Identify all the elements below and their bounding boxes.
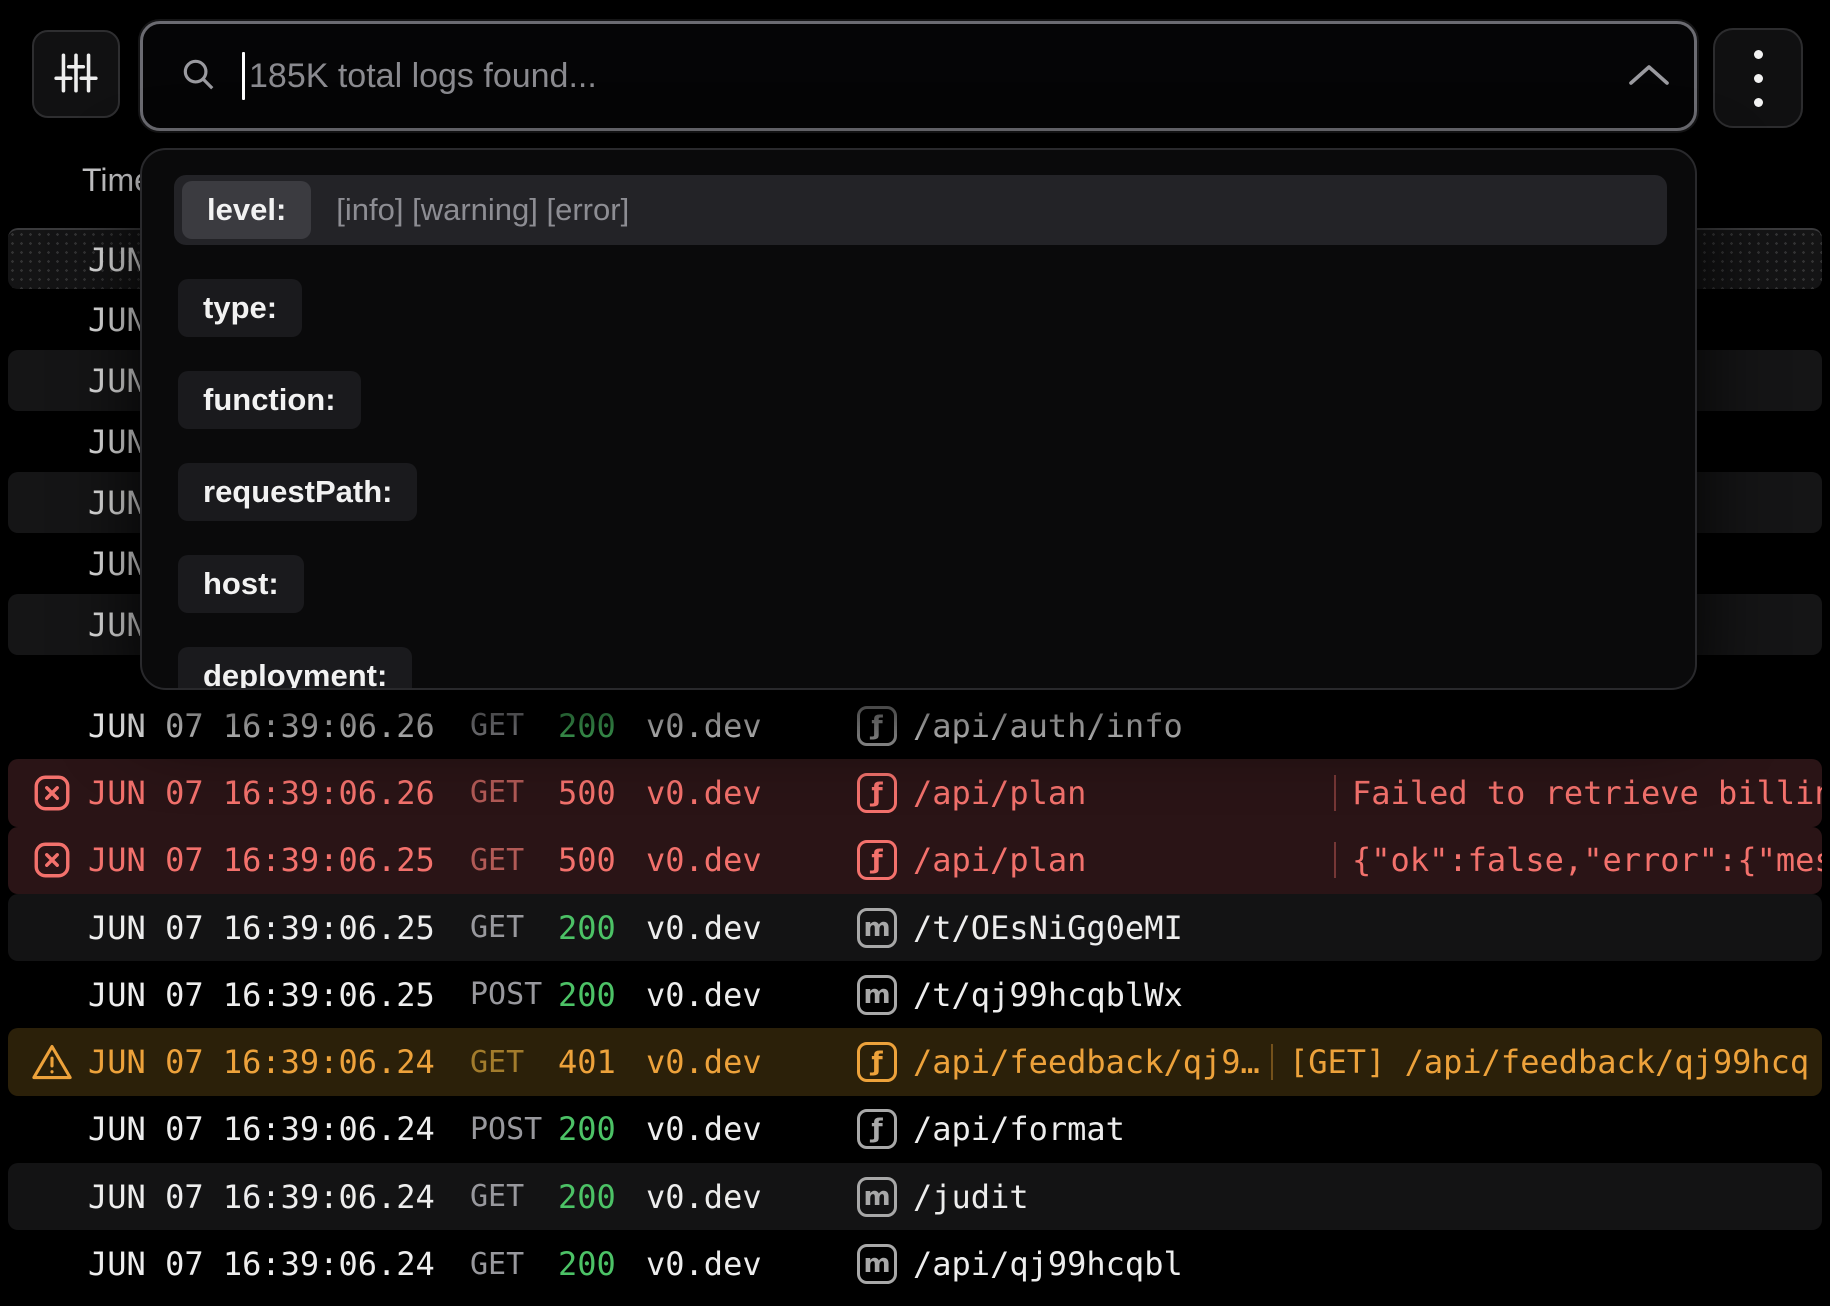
suggestion-key[interactable]: host:	[178, 555, 304, 613]
function-icon: ƒ	[857, 1109, 897, 1149]
request-path: /api/format	[913, 1110, 1125, 1148]
suggestion-item[interactable]: deployment:	[178, 647, 1695, 690]
timestamp: JUN 07 16:39:06.26	[88, 774, 462, 812]
http-method: GET	[470, 1045, 550, 1080]
http-method: POST	[470, 977, 550, 1012]
timestamp: JUN 07 16:39:06.25	[88, 909, 462, 947]
function-icon: ƒ	[857, 1042, 897, 1082]
timestamp: JUN 07 16:39:06.25	[88, 976, 462, 1014]
host: v0.dev	[646, 909, 849, 947]
log-message: Failed to retrieve billing i	[1352, 774, 1822, 812]
host: v0.dev	[646, 1110, 849, 1148]
log-message: {"ok":false,"error":{"messa	[1352, 841, 1822, 879]
suggestion-key[interactable]: function:	[178, 371, 361, 429]
function-icon: ƒ	[857, 706, 897, 746]
timestamp: JUN 07 16:39:06.24	[88, 1110, 462, 1148]
request-path: /api/auth/info	[913, 707, 1183, 745]
logs-screen: Time JUN JUN JUN JUN JUN JUN JUN	[0, 0, 1830, 1306]
text-caret	[242, 52, 245, 100]
log-message: [GET] /api/feedback/qj99hcq	[1289, 1043, 1809, 1081]
error-icon	[30, 771, 74, 815]
middleware-icon: m	[857, 975, 897, 1015]
request-path: /t/qj99hcqblWx	[913, 976, 1183, 1014]
suggestion-item[interactable]: host:	[178, 555, 1695, 613]
filter-suggestions-panel: level: [info] [warning] [error] type: fu…	[140, 148, 1697, 690]
suggestion-item[interactable]: function:	[178, 371, 1695, 429]
http-method: GET	[470, 1179, 550, 1214]
status-code: 200	[558, 707, 638, 745]
kebab-menu-icon	[1754, 50, 1763, 59]
status-code: 200	[558, 1110, 638, 1148]
status-code: 401	[558, 1043, 638, 1081]
message-divider	[1334, 775, 1336, 811]
http-method: GET	[470, 843, 550, 878]
collapse-suggestions-button[interactable]	[1604, 24, 1694, 128]
function-icon: ƒ	[857, 840, 897, 880]
request-path: /api/feedback/qj9…	[913, 1043, 1265, 1081]
host: v0.dev	[646, 774, 849, 812]
middleware-icon: m	[857, 908, 897, 948]
request-path: /api/plan	[913, 841, 1328, 879]
filter-sliders-icon	[53, 50, 99, 99]
status-code: 200	[558, 1245, 638, 1283]
log-row[interactable]: JUN 07 16:39:06.25 POST 200 v0.dev m /t/…	[8, 961, 1822, 1028]
log-row[interactable]: JUN 07 16:39:06.24 GET 200 v0.dev m /api…	[8, 1230, 1822, 1297]
suggestion-key[interactable]: type:	[178, 279, 302, 337]
filter-button[interactable]	[32, 30, 120, 118]
request-path: /api/plan	[913, 774, 1328, 812]
host: v0.dev	[646, 841, 849, 879]
timestamp: JUN 07 16:39:06.24	[88, 1178, 462, 1216]
host: v0.dev	[646, 1043, 849, 1081]
host: v0.dev	[646, 707, 849, 745]
host: v0.dev	[646, 1178, 849, 1216]
warning-icon	[30, 1040, 74, 1084]
timestamp: JUN 07 16:39:06.26	[88, 707, 462, 745]
log-row[interactable]: JUN 07 16:39:06.24 POST 200 v0.dev ƒ /ap…	[8, 1096, 1822, 1163]
search-input[interactable]	[249, 24, 1604, 128]
middleware-icon: m	[857, 1177, 897, 1217]
search-icon	[179, 55, 217, 98]
timestamp: JUN 07 16:39:06.25	[88, 841, 462, 879]
log-row[interactable]: JUN 07 16:39:06.26 GET 500 v0.dev ƒ /api…	[8, 759, 1822, 826]
suggestion-item-highlighted[interactable]: level: [info] [warning] [error]	[174, 175, 1667, 245]
http-method: GET	[470, 910, 550, 945]
log-row[interactable]: JUN 07 16:39:06.24 GET 401 v0.dev ƒ /api…	[8, 1028, 1822, 1095]
log-row[interactable]: JUN 07 16:39:06.25 GET 500 v0.dev ƒ /api…	[8, 827, 1822, 894]
http-method: GET	[470, 1247, 550, 1282]
log-row[interactable]: JUN 07 16:39:06.26 GET 200 v0.dev ƒ /api…	[8, 692, 1822, 759]
function-icon: ƒ	[857, 773, 897, 813]
log-rows: JUN 07 16:39:06.26 GET 200 v0.dev ƒ /api…	[0, 692, 1830, 1298]
suggestion-item[interactable]: requestPath:	[178, 463, 1695, 521]
log-row[interactable]: JUN 07 16:39:06.24 GET 200 v0.dev m /jud…	[8, 1163, 1822, 1230]
more-options-button[interactable]	[1713, 28, 1803, 128]
host: v0.dev	[646, 1245, 849, 1283]
status-code: 500	[558, 841, 638, 879]
status-code: 500	[558, 774, 638, 812]
search-bar	[140, 21, 1697, 131]
suggestion-item[interactable]: type:	[178, 279, 1695, 337]
request-path: /api/qj99hcqbl	[913, 1245, 1183, 1283]
chevron-up-icon	[1627, 62, 1671, 91]
status-code: 200	[558, 909, 638, 947]
host: v0.dev	[646, 976, 849, 1014]
http-method: GET	[470, 775, 550, 810]
request-path: /judit	[913, 1178, 1029, 1216]
message-divider	[1334, 842, 1336, 878]
suggestion-key[interactable]: deployment:	[178, 647, 412, 690]
timestamp: JUN 07 16:39:06.24	[88, 1043, 462, 1081]
suggestion-hint: [info] [warning] [error]	[336, 192, 629, 228]
suggestion-key[interactable]: level:	[182, 181, 311, 239]
http-method: GET	[470, 708, 550, 743]
log-row[interactable]: JUN 07 16:39:06.25 GET 200 v0.dev m /t/O…	[8, 894, 1822, 961]
suggestion-key[interactable]: requestPath:	[178, 463, 417, 521]
timestamp: JUN 07 16:39:06.24	[88, 1245, 462, 1283]
http-method: POST	[470, 1112, 550, 1147]
error-icon	[30, 838, 74, 882]
request-path: /t/OEsNiGg0eMI	[913, 909, 1183, 947]
middleware-icon: m	[857, 1244, 897, 1284]
status-code: 200	[558, 1178, 638, 1216]
status-code: 200	[558, 976, 638, 1014]
message-divider	[1271, 1044, 1273, 1080]
